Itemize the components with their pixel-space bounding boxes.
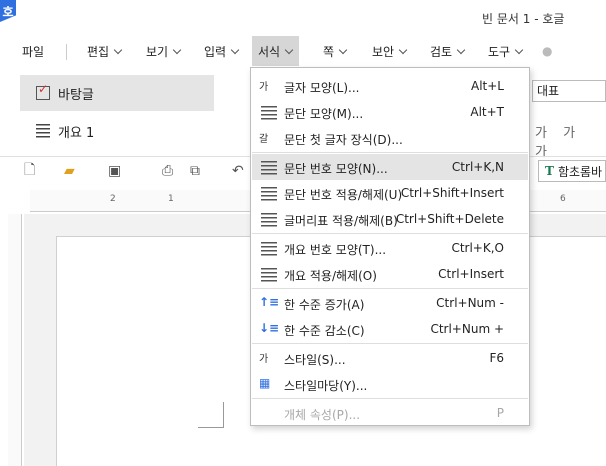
bullet-icon <box>261 213 277 229</box>
print-icon[interactable]: ⎙ <box>162 160 173 182</box>
chevron-down-icon <box>339 47 347 55</box>
chevron-down-icon <box>515 47 523 55</box>
char-shape-icon: 가 <box>259 82 269 93</box>
char-format-buttons[interactable]: 가 가 가 <box>535 122 606 160</box>
menu-drop-cap[interactable]: 갈 문단 첫 글자 장식(D)... <box>252 125 528 151</box>
user-icon[interactable]: ● <box>542 36 552 66</box>
menu-security[interactable]: 보안 <box>372 36 407 66</box>
outline-number-icon <box>261 242 277 258</box>
menu-separator <box>252 152 528 153</box>
print-preview-icon[interactable]: ⧉ <box>190 160 200 182</box>
format-menu-dropdown: 가 글자 모양(L)... Alt+L 문단 모양(M)... Alt+T 갈 … <box>250 67 530 426</box>
menu-style-gallery[interactable]: ▦ 스타일마당(Y)... <box>252 371 528 397</box>
style-gallery-icon: ▦ <box>259 376 271 390</box>
ruler-label: 1 <box>168 194 174 204</box>
menu-level-down[interactable]: ↓≡ 한 수준 감소(C) Ctrl+Num + <box>252 316 528 342</box>
style-panel: 바탕글 개요 1 <box>16 72 266 152</box>
chevron-down-icon <box>231 47 239 55</box>
menu-para-number-toggle[interactable]: 문단 번호 적용/해제(U) Ctrl+Shift+Insert <box>252 180 528 206</box>
style-item-outline-1[interactable]: 개요 1 <box>20 113 214 149</box>
ruler-label: 2 <box>110 194 116 204</box>
menu-tools[interactable]: 도구 <box>488 36 523 66</box>
menubar: 파일 편집 보기 입력 서식 쪽 보안 검토 도구 ● <box>0 36 606 66</box>
vertical-ruler[interactable] <box>8 214 22 466</box>
menu-file[interactable]: 파일 <box>22 36 44 66</box>
menu-separator <box>252 233 528 234</box>
save-icon[interactable]: ▣ <box>108 160 121 182</box>
ruler-label: 6 <box>560 194 566 204</box>
checked-style-icon <box>36 82 50 100</box>
chevron-down-icon <box>457 47 465 55</box>
page-margin-corner <box>198 402 224 428</box>
style-select[interactable]: 대표 <box>532 80 606 102</box>
style-item-normal[interactable]: 바탕글 <box>20 75 214 111</box>
menu-bullet-toggle[interactable]: 글머리표 적용/해제(B) Ctrl+Shift+Delete <box>252 206 528 232</box>
style-icon: 가 <box>259 354 269 365</box>
menu-view[interactable]: 보기 <box>146 36 181 66</box>
app-logo-char: 호 <box>2 4 14 19</box>
level-down-icon: ↓≡ <box>259 321 280 335</box>
app-logo[interactable]: 호 <box>0 0 16 22</box>
menu-char-shape[interactable]: 가 글자 모양(L)... Alt+L <box>252 73 528 99</box>
open-folder-icon[interactable]: ▰ <box>64 160 75 182</box>
font-t-icon: T <box>545 164 554 178</box>
menu-format[interactable]: 서식 <box>252 36 300 66</box>
menu-divider <box>66 44 67 60</box>
para-number-toggle-icon <box>261 187 277 203</box>
menu-object-properties[interactable]: 개체 속성(P)... P <box>252 400 528 426</box>
menu-level-up[interactable]: ↑≡ 한 수준 증가(A) Ctrl+Num - <box>252 290 528 316</box>
menu-page[interactable]: 쪽 <box>323 36 347 66</box>
drop-cap-icon: 갈 <box>259 134 269 145</box>
undo-icon[interactable]: ↶ <box>232 160 244 182</box>
style-item-label: 바탕글 <box>58 87 94 103</box>
chevron-down-icon <box>173 47 181 55</box>
chevron-down-icon <box>285 47 293 55</box>
menu-separator <box>252 343 528 344</box>
menu-outline-toggle[interactable]: 개요 적용/해제(O) Ctrl+Insert <box>252 261 528 287</box>
chevron-down-icon <box>114 47 122 55</box>
new-doc-icon[interactable]: 🗋 <box>24 160 35 182</box>
para-number-icon <box>261 161 277 177</box>
menu-separator <box>252 398 528 399</box>
font-name: 함초롬바 <box>557 164 603 179</box>
window-title: 빈 문서 1 - 호글 <box>482 12 565 26</box>
paragraph-icon <box>36 124 50 138</box>
font-select[interactable]: T 함초롬바 <box>538 160 606 182</box>
menu-para-number-shape[interactable]: 문단 번호 모양(N)... Ctrl+K,N <box>252 154 528 180</box>
menu-style[interactable]: 가 스타일(S)... F6 <box>252 345 528 371</box>
menu-outline-number-shape[interactable]: 개요 번호 모양(T)... Ctrl+K,O <box>252 235 528 261</box>
menu-para-shape[interactable]: 문단 모양(M)... Alt+T <box>252 99 528 125</box>
menu-separator <box>252 288 528 289</box>
level-up-icon: ↑≡ <box>259 295 280 309</box>
style-item-label: 개요 1 <box>58 125 95 141</box>
outline-toggle-icon <box>261 268 277 284</box>
para-shape-icon <box>261 106 277 122</box>
chevron-down-icon <box>399 47 407 55</box>
menu-review[interactable]: 검토 <box>430 36 465 66</box>
menu-edit[interactable]: 편집 <box>87 36 122 66</box>
menu-insert[interactable]: 입력 <box>204 36 239 66</box>
